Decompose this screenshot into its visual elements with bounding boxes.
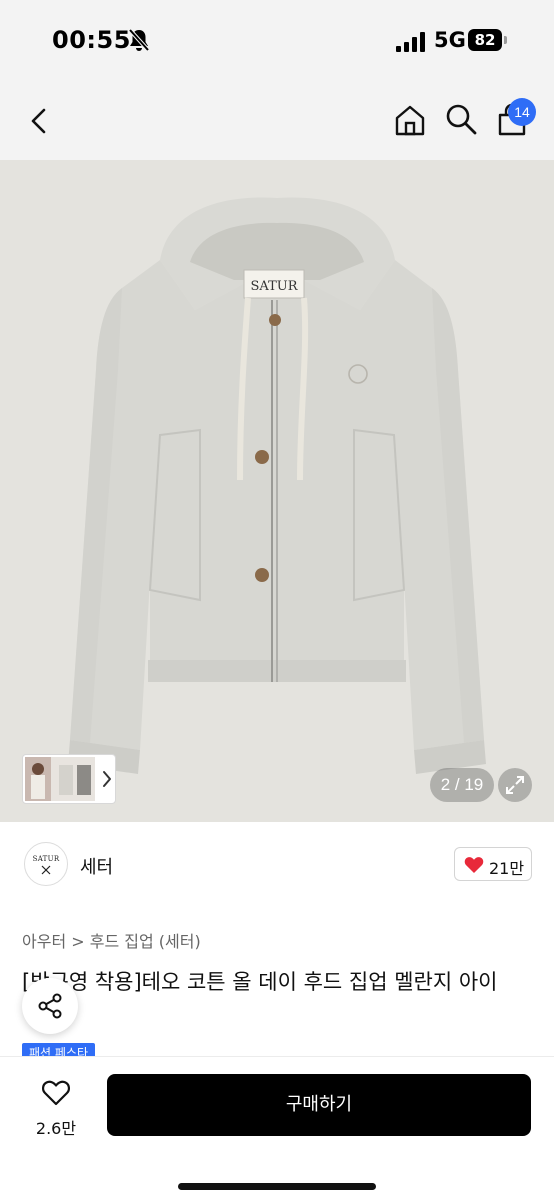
share-icon bbox=[38, 993, 62, 1019]
thumbnail-image bbox=[25, 757, 95, 801]
category-breadcrumb[interactable]: 아우터 > 후드 집업 (세터) bbox=[22, 928, 201, 952]
battery-level: 82 bbox=[468, 29, 502, 51]
hoodie-product-photo: SATUR bbox=[0, 160, 554, 822]
brand-row[interactable]: SATUR 세터 21만 bbox=[0, 822, 554, 906]
battery-icon: 82 bbox=[468, 29, 508, 53]
battery-cap bbox=[504, 36, 507, 44]
bell-slash-icon bbox=[128, 28, 150, 52]
brand-name[interactable]: 세터 bbox=[80, 853, 113, 879]
brand-logo-text: SATUR bbox=[32, 855, 60, 863]
chevron-right-icon bbox=[103, 771, 111, 787]
like-count: 21만 bbox=[489, 859, 525, 878]
svg-text:SATUR: SATUR bbox=[251, 279, 299, 294]
home-indicator bbox=[178, 1183, 376, 1190]
search-icon[interactable] bbox=[444, 102, 478, 136]
share-button[interactable] bbox=[22, 978, 78, 1034]
buy-button[interactable]: 구매하기 bbox=[107, 1074, 531, 1136]
wishlist-button[interactable]: 2.6만 bbox=[26, 1075, 86, 1138]
top-nav-bar bbox=[0, 82, 554, 160]
expand-icon[interactable] bbox=[498, 768, 532, 802]
brand-like-button[interactable]: 21만 bbox=[454, 847, 532, 881]
heart-outline-icon bbox=[42, 1080, 70, 1106]
home-icon[interactable] bbox=[392, 102, 428, 138]
product-image-gallery[interactable]: SATUR 2 / 19 bbox=[0, 160, 554, 822]
signal-icon bbox=[396, 32, 425, 52]
brand-mark-icon bbox=[41, 865, 51, 875]
bottom-action-bar: 2.6만 구매하기 bbox=[0, 1056, 554, 1200]
image-counter: 2 / 19 bbox=[430, 768, 494, 802]
brand-logo[interactable]: SATUR bbox=[24, 842, 68, 886]
product-title: [박규영 착용]테오 코튼 올 데이 후드 집업 멜란지 아이 bbox=[22, 970, 498, 994]
back-icon[interactable] bbox=[24, 104, 54, 138]
cart-count-badge: 14 bbox=[508, 98, 536, 126]
heart-filled-icon bbox=[464, 857, 484, 873]
wishlist-count: 2.6만 bbox=[35, 1119, 77, 1138]
thumbnail-strip-button[interactable] bbox=[22, 754, 116, 804]
status-time: 00:55 bbox=[52, 26, 131, 54]
network-label: 5G bbox=[434, 28, 466, 52]
status-bar: 00:55 5G 82 bbox=[0, 0, 554, 82]
